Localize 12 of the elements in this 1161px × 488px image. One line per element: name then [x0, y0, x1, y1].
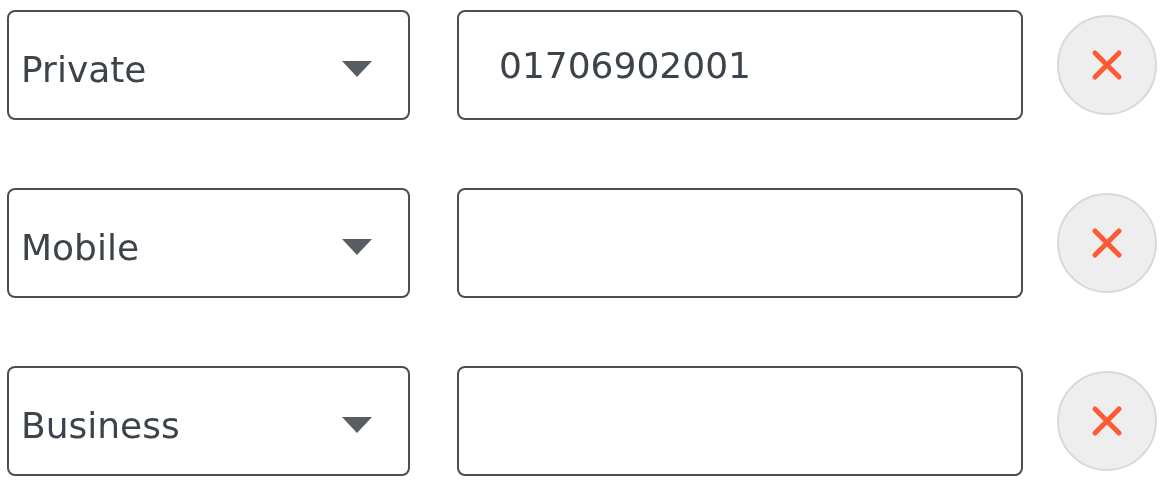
caret-icon: [342, 61, 372, 77]
close-icon: [1091, 227, 1123, 259]
phone-type-dropdown[interactable]: Business: [7, 366, 410, 476]
caret-icon: [342, 239, 372, 255]
close-icon: [1091, 405, 1123, 437]
phone-type-dropdown[interactable]: Mobile: [7, 188, 410, 298]
phone-number-field[interactable]: [457, 188, 1023, 298]
phone-number-field[interactable]: [457, 366, 1023, 476]
caret-icon: [342, 417, 372, 433]
phone-number-field[interactable]: 01706902001: [457, 10, 1023, 120]
phone-type-dropdown[interactable]: Private: [7, 10, 410, 120]
close-icon: [1091, 49, 1123, 81]
